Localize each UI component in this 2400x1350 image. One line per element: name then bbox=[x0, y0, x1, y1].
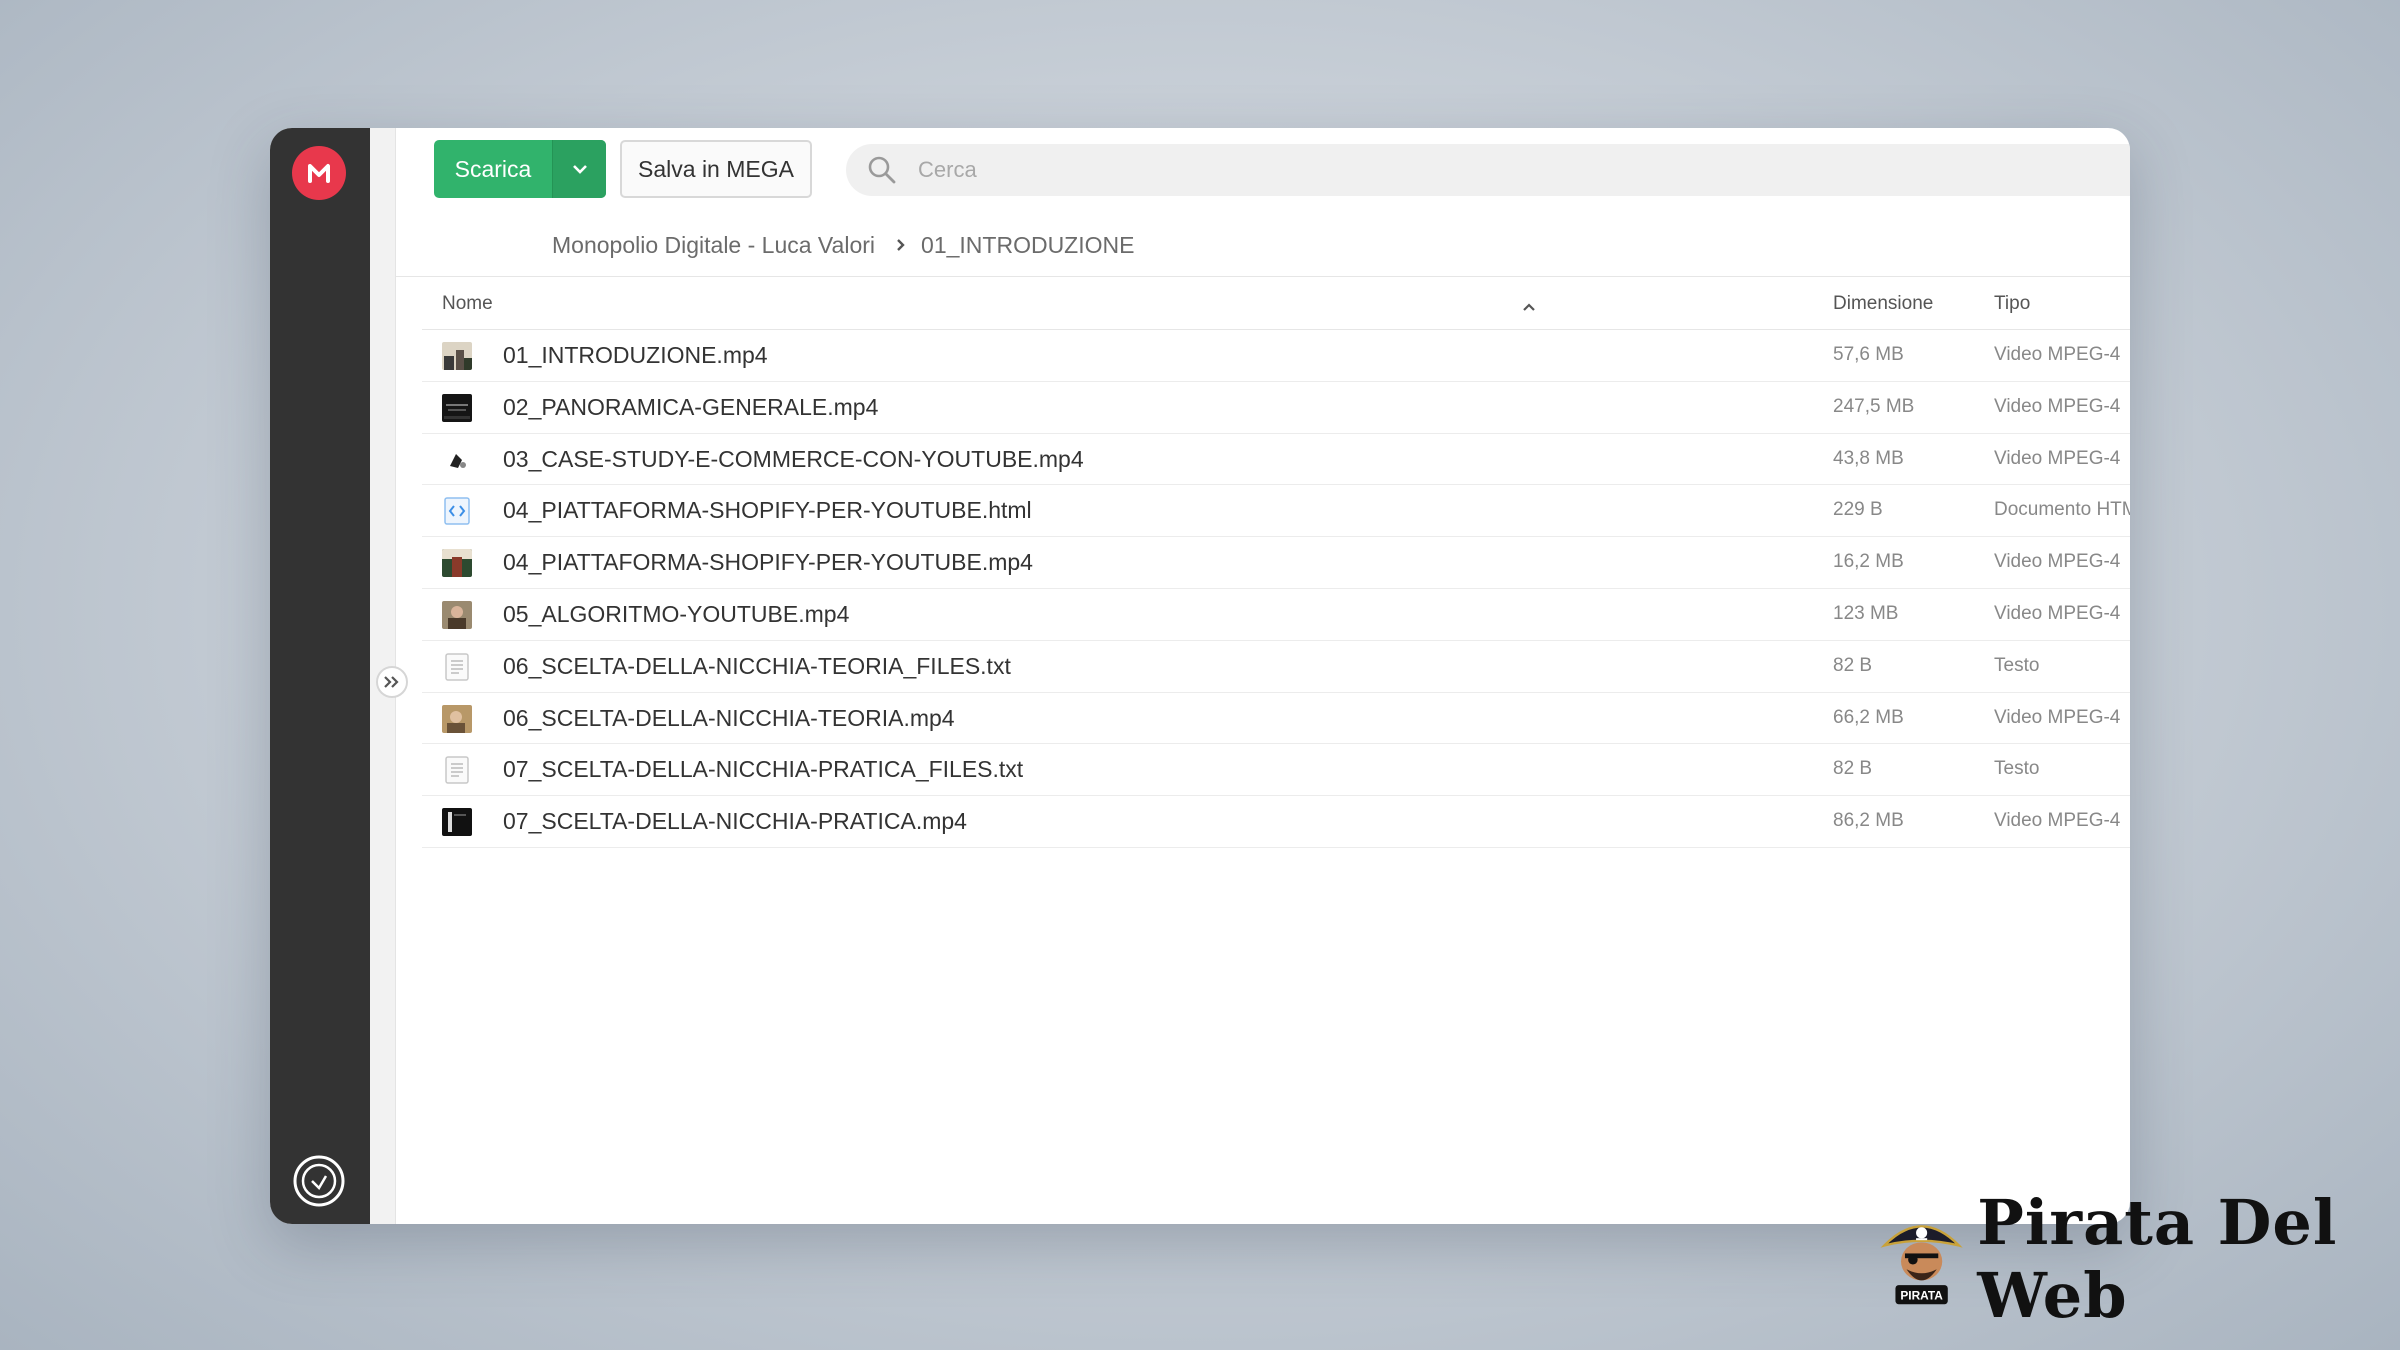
watermark-badge: PIRATA bbox=[1900, 1288, 1943, 1302]
video-thumbnail-icon bbox=[442, 393, 472, 422]
table-row[interactable]: 05_ALGORITMO-YOUTUBE.mp4 123 MB Video MP… bbox=[422, 589, 2130, 641]
text-file-icon bbox=[442, 653, 472, 681]
file-type: Documento HTML bbox=[1994, 499, 2130, 521]
file-name: 04_PIATTAFORMA-SHOPIFY-PER-YOUTUBE.mp4 bbox=[503, 549, 1033, 576]
sort-ascending-icon[interactable] bbox=[1522, 296, 1536, 318]
file-name: 03_CASE-STUDY-E-COMMERCE-CON-YOUTUBE.mp4 bbox=[503, 445, 1084, 472]
video-thumbnail-icon bbox=[442, 549, 472, 578]
file-size: 229 B bbox=[1833, 499, 1883, 521]
file-type: Testo bbox=[1994, 654, 2040, 676]
file-size: 43,8 MB bbox=[1833, 447, 1904, 469]
html-file-icon bbox=[442, 497, 472, 526]
table-row[interactable]: 03_CASE-STUDY-E-COMMERCE-CON-YOUTUBE.mp4… bbox=[422, 434, 2130, 486]
main-panel: Scarica Salva in MEGA Monopolio Digitale… bbox=[396, 128, 2130, 1224]
search-bar[interactable] bbox=[846, 144, 2130, 196]
file-size: 123 MB bbox=[1833, 602, 1899, 624]
table-row[interactable]: 06_SCELTA-DELLA-NICCHIA-TEORIA_FILES.txt… bbox=[422, 641, 2130, 693]
table-row[interactable]: 04_PIATTAFORMA-SHOPIFY-PER-YOUTUBE.html … bbox=[422, 485, 2130, 538]
table-row[interactable]: 02_PANORAMICA-GENERALE.mp4 247,5 MB Vide… bbox=[422, 382, 2130, 434]
file-size: 86,2 MB bbox=[1833, 810, 1904, 832]
chevron-right-icon bbox=[895, 237, 907, 253]
download-button[interactable]: Scarica bbox=[434, 140, 606, 198]
file-name: 07_SCELTA-DELLA-NICCHIA-PRATICA.mp4 bbox=[503, 808, 967, 835]
file-table: Nome Dimensione Tipo 01_INTRODUZIONE.mp4… bbox=[422, 278, 2130, 848]
file-name: 07_SCELTA-DELLA-NICCHIA-PRATICA_FILES.tx… bbox=[503, 756, 1024, 783]
download-options-button[interactable] bbox=[552, 140, 606, 198]
watermark-text: Pirata Del Web bbox=[1977, 1186, 2338, 1332]
file-type: Video MPEG-4 bbox=[1994, 344, 2121, 365]
video-thumbnail-icon bbox=[442, 600, 472, 629]
file-type: Video MPEG-4 bbox=[1994, 706, 2121, 728]
breadcrumb-item-current[interactable]: 01_INTRODUZIONE bbox=[921, 232, 1134, 259]
header-divider bbox=[396, 276, 2130, 277]
video-thumbnail-icon bbox=[442, 445, 472, 474]
download-button-label: Scarica bbox=[454, 155, 532, 182]
video-thumbnail-icon bbox=[442, 808, 472, 837]
file-name: 06_SCELTA-DELLA-NICCHIA-TEORIA.mp4 bbox=[503, 704, 955, 731]
file-size: 66,2 MB bbox=[1833, 706, 1904, 728]
text-file-icon bbox=[442, 756, 472, 785]
file-type: Video MPEG-4 bbox=[1994, 551, 2121, 573]
breadcrumb: Monopolio Digitale - Luca Valori 01_INTR… bbox=[552, 220, 1134, 270]
file-size: 16,2 MB bbox=[1833, 551, 1904, 573]
save-in-mega-button[interactable]: Salva in MEGA bbox=[620, 140, 812, 198]
file-name: 04_PIATTAFORMA-SHOPIFY-PER-YOUTUBE.html bbox=[503, 497, 1032, 524]
file-size: 57,6 MB bbox=[1833, 344, 1904, 365]
column-header-type[interactable]: Tipo bbox=[1994, 293, 2030, 315]
video-thumbnail-icon bbox=[442, 342, 472, 370]
file-type: Video MPEG-4 bbox=[1994, 447, 2121, 469]
mega-m-icon bbox=[308, 164, 330, 183]
column-header-size[interactable]: Dimensione bbox=[1833, 293, 1933, 315]
pirate-mascot-icon: PIRATA bbox=[1880, 1225, 1963, 1305]
file-name: 02_PANORAMICA-GENERALE.mp4 bbox=[503, 393, 879, 420]
watermark: PIRATA Pirata Del Web bbox=[1878, 1186, 2400, 1332]
column-header-name[interactable]: Nome bbox=[442, 293, 493, 315]
file-size: 82 B bbox=[1833, 654, 1873, 676]
sync-icon[interactable] bbox=[292, 1154, 346, 1208]
search-icon bbox=[846, 155, 918, 185]
file-name: 06_SCELTA-DELLA-NICCHIA-TEORIA_FILES.txt bbox=[503, 652, 1011, 679]
video-thumbnail-icon bbox=[442, 704, 472, 733]
file-size: 82 B bbox=[1833, 758, 1873, 780]
mega-window: Scarica Salva in MEGA Monopolio Digitale… bbox=[270, 128, 2130, 1224]
file-size: 247,5 MB bbox=[1833, 395, 1915, 417]
mega-logo[interactable] bbox=[292, 146, 346, 200]
file-name: 05_ALGORITMO-YOUTUBE.mp4 bbox=[503, 600, 850, 627]
table-row[interactable]: 04_PIATTAFORMA-SHOPIFY-PER-YOUTUBE.mp4 1… bbox=[422, 537, 2130, 589]
file-type: Testo bbox=[1994, 758, 2040, 780]
chevron-down-icon bbox=[572, 165, 587, 174]
file-type: Video MPEG-4 bbox=[1994, 602, 2121, 624]
file-type: Video MPEG-4 bbox=[1994, 395, 2121, 417]
table-row[interactable]: 07_SCELTA-DELLA-NICCHIA-PRATICA.mp4 86,2… bbox=[422, 796, 2130, 848]
file-name: 01_INTRODUZIONE.mp4 bbox=[503, 342, 768, 368]
table-row[interactable]: 07_SCELTA-DELLA-NICCHIA-PRATICA_FILES.tx… bbox=[422, 744, 2130, 797]
table-header: Nome Dimensione Tipo bbox=[422, 278, 2130, 330]
search-input[interactable] bbox=[918, 157, 1518, 183]
table-row[interactable]: 01_INTRODUZIONE.mp4 57,6 MB Video MPEG-4 bbox=[422, 330, 2130, 382]
table-row[interactable]: 06_SCELTA-DELLA-NICCHIA-TEORIA.mp4 66,2 … bbox=[422, 693, 2130, 745]
left-sidebar bbox=[270, 128, 370, 1224]
breadcrumb-item-root[interactable]: Monopolio Digitale - Luca Valori bbox=[552, 232, 875, 259]
file-type: Video MPEG-4 bbox=[1994, 810, 2121, 832]
